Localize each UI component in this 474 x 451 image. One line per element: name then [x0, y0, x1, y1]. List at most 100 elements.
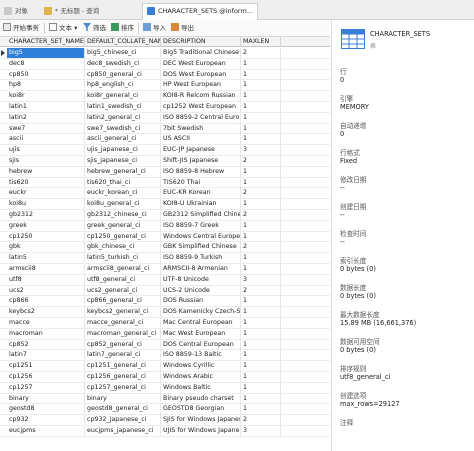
- table-cell[interactable]: binary: [7, 393, 85, 404]
- table-cell[interactable]: latin2_general_ci: [85, 112, 161, 123]
- import-button[interactable]: 导入: [143, 23, 166, 34]
- table-cell[interactable]: cp866_general_ci: [85, 296, 161, 307]
- table-cell[interactable]: ucs2_general_ci: [85, 285, 161, 296]
- table-row[interactable]: swe7 swe7_swedish_ci 7bit Swedish 1: [0, 123, 330, 135]
- table-cell[interactable]: KOI8-U Ukrainian: [161, 199, 241, 210]
- table-row[interactable]: gbk gbk_chinese_ci GBK Simplified Chinese 2: [0, 242, 330, 254]
- table-cell[interactable]: koi8u_general_ci: [85, 199, 161, 210]
- table-row[interactable]: big5 big5_chinese_ci Big5 Traditional Chin…: [0, 48, 330, 59]
- table-row[interactable]: cp852 cp852_general_ci DOS Central Europea…: [0, 339, 330, 351]
- table-cell[interactable]: 1: [241, 112, 281, 123]
- table-row[interactable]: utf8 utf8_general_ci UTF-8 Unicode 3: [0, 274, 330, 286]
- table-row[interactable]: euckr euckr_korean_ci EUC-KR Korean 2: [0, 188, 330, 200]
- table-cell[interactable]: 1: [241, 199, 281, 210]
- table-cell[interactable]: Mac Central European: [161, 318, 241, 328]
- table-cell[interactable]: KOI8-R Relcom Russian: [161, 91, 241, 102]
- table-cell[interactable]: EUC-JP Japanese: [161, 145, 241, 156]
- table-row[interactable]: binary binary Binary pseudo charset 1: [0, 393, 330, 405]
- table-cell[interactable]: GBK Simplified Chinese: [161, 242, 241, 253]
- table-row[interactable]: cp866 cp866_general_ci DOS Russian 1: [0, 296, 330, 308]
- table-cell[interactable]: swe7: [7, 123, 85, 134]
- table-cell[interactable]: 2: [241, 242, 281, 253]
- table-cell[interactable]: Windows Arabic: [161, 372, 241, 382]
- table-cell[interactable]: ujis_japanese_ci: [85, 145, 161, 156]
- table-row[interactable]: ucs2 ucs2_general_ci UCS-2 Unicode 2: [0, 285, 330, 297]
- table-row[interactable]: ascii ascii_general_ci US ASCII 1: [0, 134, 330, 146]
- table-cell[interactable]: UJIS for Windows Japane: [161, 426, 241, 436]
- table-cell[interactable]: euckr_korean_ci: [85, 188, 161, 199]
- table-cell[interactable]: hebrew: [7, 166, 85, 177]
- table-cell[interactable]: geostd8_general_ci: [85, 404, 161, 415]
- table-row[interactable]: latin7 latin7_general_ci ISO 8859-13 Balti…: [0, 350, 330, 362]
- table-cell[interactable]: Windows Central Europea: [161, 231, 241, 242]
- table-cell[interactable]: 2: [241, 156, 281, 166]
- sort-button[interactable]: 排序: [111, 23, 134, 34]
- table-cell[interactable]: hp8_english_ci: [85, 80, 161, 91]
- table-cell[interactable]: 2: [241, 188, 281, 199]
- table-cell[interactable]: macce_general_ci: [85, 318, 161, 328]
- table-row[interactable]: gb2312 gb2312_chinese_ci GB2312 Simplified…: [0, 210, 330, 221]
- table-cell[interactable]: 3: [241, 145, 281, 156]
- table-cell[interactable]: 1: [241, 372, 281, 382]
- table-row[interactable]: latin1 latin1_swedish_ci cp1252 West Europ…: [0, 102, 330, 113]
- table-cell[interactable]: ascii_general_ci: [85, 134, 161, 145]
- table-cell[interactable]: 1: [241, 350, 281, 361]
- table-cell[interactable]: ARMSCII-8 Armenian: [161, 264, 241, 274]
- table-cell[interactable]: tis620_thai_ci: [85, 177, 161, 188]
- table-cell[interactable]: 7bit Swedish: [161, 123, 241, 134]
- table-cell[interactable]: UTF-8 Unicode: [161, 274, 241, 285]
- table-cell[interactable]: sjis: [7, 156, 85, 166]
- table-row[interactable]: cp1256 cp1256_general_ci Windows Arabic 1: [0, 372, 330, 383]
- table-cell[interactable]: binary: [85, 393, 161, 404]
- table-cell[interactable]: sjis_japanese_ci: [85, 156, 161, 166]
- table-cell[interactable]: ujis: [7, 145, 85, 156]
- table-row[interactable]: koi8u koi8u_general_ci KOI8-U Ukrainian 1: [0, 199, 330, 210]
- table-cell[interactable]: cp1257_general_ci: [85, 382, 161, 393]
- table-cell[interactable]: 2: [241, 415, 281, 426]
- table-cell[interactable]: 2: [241, 285, 281, 296]
- table-cell[interactable]: Windows Cyrillic: [161, 361, 241, 372]
- table-cell[interactable]: EUC-KR Korean: [161, 188, 241, 199]
- tab-objects[interactable]: 对象: [4, 4, 28, 20]
- table-row[interactable]: macce macce_general_ci Mac Central Europea…: [0, 318, 330, 329]
- table-cell[interactable]: 1: [241, 382, 281, 393]
- table-cell[interactable]: cp1252 West European: [161, 102, 241, 112]
- table-cell[interactable]: gbk_chinese_ci: [85, 242, 161, 253]
- column-header-character-set-name[interactable]: CHARACTER_SET_NAME: [7, 37, 85, 47]
- table-cell[interactable]: GEOSTD8 Georgian: [161, 404, 241, 415]
- table-cell[interactable]: Mac West European: [161, 328, 241, 339]
- table-cell[interactable]: 1: [241, 393, 281, 404]
- table-cell[interactable]: SJIS for Windows Japanes: [161, 415, 241, 426]
- table-cell[interactable]: 1: [241, 134, 281, 145]
- table-cell[interactable]: big5: [7, 48, 85, 58]
- table-cell[interactable]: latin7_general_ci: [85, 350, 161, 361]
- table-cell[interactable]: eucjpms: [7, 426, 85, 436]
- table-cell[interactable]: ISO 8859-9 Turkish: [161, 253, 241, 264]
- table-row[interactable]: sjis sjis_japanese_ci Shift-JIS Japanese 2: [0, 156, 330, 167]
- table-cell[interactable]: UCS-2 Unicode: [161, 285, 241, 296]
- table-cell[interactable]: cp852_general_ci: [85, 339, 161, 350]
- table-cell[interactable]: 1: [241, 69, 281, 80]
- table-row[interactable]: koi8r koi8r_general_ci KOI8-R Relcom Russi…: [0, 91, 330, 102]
- table-cell[interactable]: latin2: [7, 112, 85, 123]
- begin-transaction-button[interactable]: 开始事务: [3, 23, 39, 34]
- table-cell[interactable]: armscii8: [7, 264, 85, 274]
- table-row[interactable]: hp8 hp8_english_ci HP West European 1: [0, 80, 330, 92]
- table-cell[interactable]: 3: [241, 274, 281, 285]
- table-cell[interactable]: 1: [241, 318, 281, 328]
- tab-character-sets[interactable]: CHARACTER_SETS @inform...: [142, 3, 259, 20]
- table-cell[interactable]: keybcs2_general_ci: [85, 307, 161, 318]
- tab-untitled-query[interactable]: * 无标题 - 查询: [44, 4, 99, 20]
- table-cell[interactable]: DEC West European: [161, 58, 241, 69]
- table-cell[interactable]: 1: [241, 264, 281, 274]
- table-cell[interactable]: macroman: [7, 328, 85, 339]
- column-header-default-collate-name[interactable]: DEFAULT_COLLATE_NAME: [85, 37, 161, 47]
- table-cell[interactable]: 2: [241, 48, 281, 58]
- table-cell[interactable]: armscii8_general_ci: [85, 264, 161, 274]
- table-cell[interactable]: 3: [241, 426, 281, 436]
- table-cell[interactable]: latin5_turkish_ci: [85, 253, 161, 264]
- table-cell[interactable]: 1: [241, 123, 281, 134]
- export-button[interactable]: 导出: [171, 23, 194, 34]
- table-cell[interactable]: 1: [241, 58, 281, 69]
- table-row[interactable]: cp1257 cp1257_general_ci Windows Baltic 1: [0, 382, 330, 394]
